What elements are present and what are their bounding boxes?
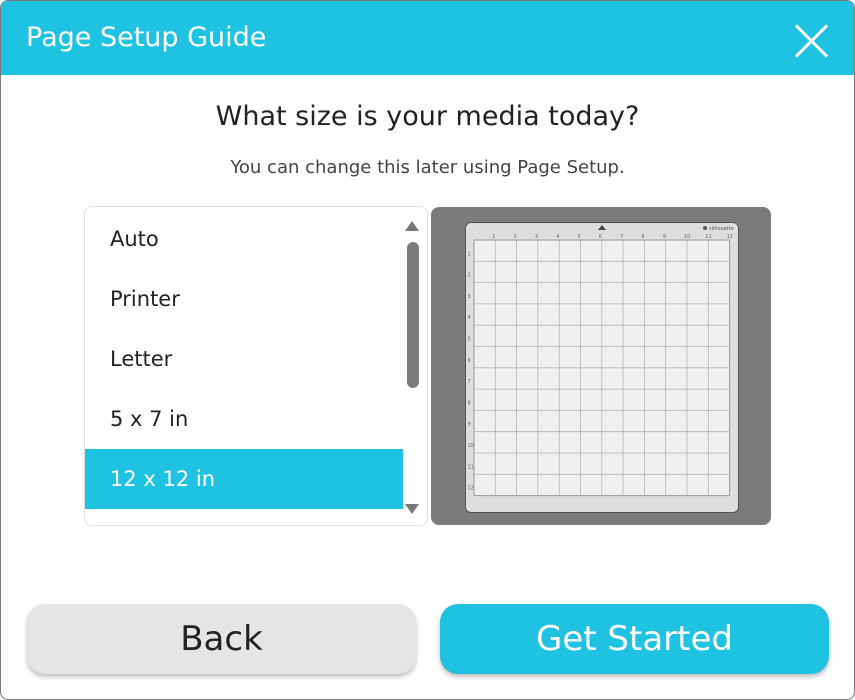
get-started-button[interactable]: Get Started bbox=[440, 604, 829, 674]
ruler-label-top: 3 bbox=[535, 234, 538, 240]
mat-feed-arrow-icon bbox=[598, 225, 606, 230]
ruler-label-left: 3 bbox=[468, 294, 471, 300]
size-option-12x12[interactable]: 12 x 12 in bbox=[85, 449, 403, 509]
ruler-label-top: 2 bbox=[514, 234, 517, 240]
size-option-auto[interactable]: Auto bbox=[85, 209, 403, 269]
mat-preview: silhouette 1 1 2 2 3 3 4 4 5 5 6 6 7 7 8 8 9 9 10 10 11 11 12 1… bbox=[431, 207, 771, 525]
media-size-question: What size is your media today? bbox=[215, 101, 640, 132]
cutting-mat-grid: silhouette 11223344556677889910101111121… bbox=[468, 225, 734, 497]
ruler-label-top: 1 bbox=[492, 234, 495, 240]
size-option-printer[interactable]: Printer bbox=[85, 269, 403, 329]
ruler-label-left: 10 bbox=[468, 443, 474, 449]
ruler-label-left: 12 bbox=[468, 486, 474, 492]
silhouette-logo-icon bbox=[703, 226, 707, 230]
ruler-label-left: 11 bbox=[468, 464, 474, 470]
ruler-label-left: 5 bbox=[468, 337, 471, 343]
media-size-list[interactable]: Auto Printer Letter 5 x 7 in 12 x 12 in bbox=[84, 206, 428, 526]
ruler-label-top: 5 bbox=[578, 234, 581, 240]
back-button[interactable]: Back bbox=[27, 604, 416, 674]
dialog-title: Page Setup Guide bbox=[26, 22, 267, 53]
ruler-label-top: 12 bbox=[727, 234, 733, 240]
ruler-label-top: 8 bbox=[641, 234, 644, 240]
ruler-label-top: 7 bbox=[620, 234, 623, 240]
ruler-label-left: 4 bbox=[468, 315, 471, 321]
title-bar: Page Setup Guide bbox=[1, 1, 854, 75]
ruler-label-left: 6 bbox=[468, 358, 471, 364]
size-option-5x7[interactable]: 5 x 7 in bbox=[85, 389, 403, 449]
triangle-up-icon[interactable] bbox=[405, 221, 419, 231]
ruler-label-left: 2 bbox=[468, 273, 471, 279]
size-option-letter[interactable]: Letter bbox=[85, 329, 403, 389]
ruler-label-top: 9 bbox=[663, 234, 666, 240]
ruler-label-top: 11 bbox=[705, 234, 711, 240]
mat-brand: silhouette bbox=[709, 226, 734, 232]
triangle-down-icon[interactable] bbox=[405, 504, 419, 514]
page-setup-dialog: Page Setup Guide What size is your media… bbox=[0, 0, 855, 700]
cutting-mat: silhouette 1 1 2 2 3 3 4 4 5 5 6 6 7 7 8 8 9 9 10 10 11 11 12 1… bbox=[465, 222, 739, 513]
ruler-label-left: 8 bbox=[468, 400, 471, 406]
close-icon[interactable] bbox=[790, 19, 834, 63]
media-size-subtitle: You can change this later using Page Set… bbox=[230, 157, 625, 178]
scrollbar-thumb[interactable] bbox=[407, 242, 419, 388]
ruler-label-left: 1 bbox=[468, 251, 471, 257]
ruler-label-top: 10 bbox=[684, 234, 690, 240]
ruler-label-left: 7 bbox=[468, 379, 471, 385]
ruler-label-top: 6 bbox=[599, 234, 602, 240]
ruler-label-top: 4 bbox=[556, 234, 559, 240]
ruler-label-left: 9 bbox=[468, 422, 471, 428]
